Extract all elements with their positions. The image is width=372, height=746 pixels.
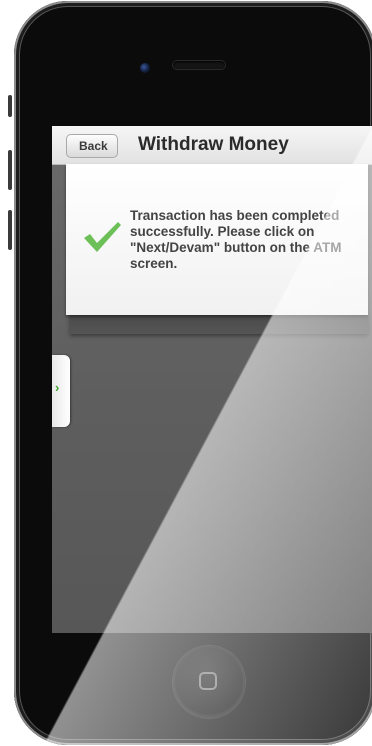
side-button-volume-down — [8, 210, 12, 250]
side-drawer-tab[interactable]: › — [52, 355, 70, 427]
side-button-volume-up — [8, 150, 12, 190]
checkmark-icon — [84, 222, 121, 252]
message-card: Transaction has been completed successfu… — [66, 164, 368, 315]
earpiece-speaker — [173, 61, 225, 69]
chevron-right-icon: › — [55, 380, 60, 395]
success-message: Transaction has been completed successfu… — [130, 208, 342, 271]
page-title: Withdraw Money — [138, 134, 289, 155]
home-button[interactable] — [173, 646, 245, 718]
back-button-label: Back — [79, 139, 108, 153]
phone-frame: Back Withdraw Money Transaction has been… — [14, 1, 372, 745]
card-underlay — [70, 314, 368, 334]
front-camera — [140, 63, 150, 73]
navigation-bar: Back Withdraw Money — [52, 126, 372, 165]
side-button-mute — [8, 95, 12, 117]
home-button-icon — [199, 672, 217, 690]
app-screen: Back Withdraw Money Transaction has been… — [52, 126, 372, 633]
back-button[interactable]: Back — [66, 134, 118, 158]
